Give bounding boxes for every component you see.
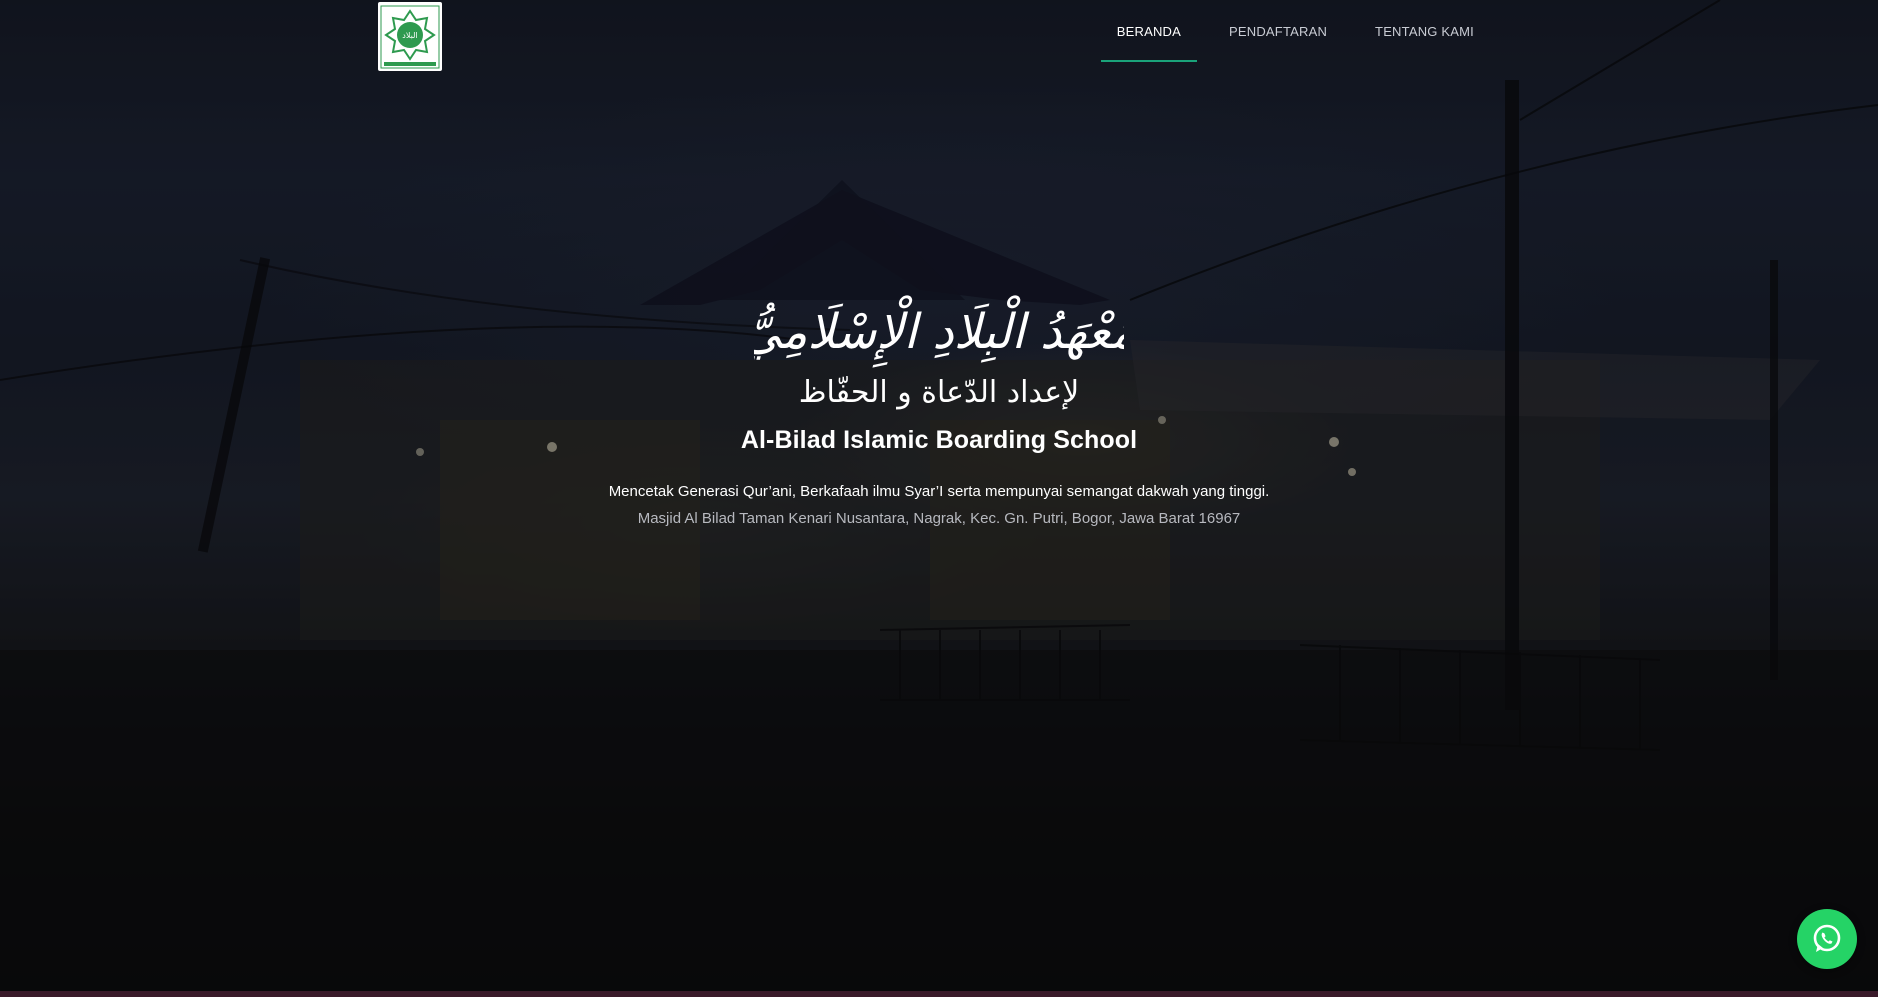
arabic-title: مَعْهَدُ الْبِلَادِ الْإِسْلَامِيُّ <box>754 294 1124 367</box>
logo-text: البلاد <box>402 31 417 40</box>
arabic-calligraphy-logo: مَعْهَدُ الْبِلَادِ الْإِسْلَامِيُّ لإعد… <box>754 294 1124 410</box>
nav-item-tentang-kami[interactable]: TENTANG KAMI <box>1359 0 1490 62</box>
nav-item-label: BERANDA <box>1116 23 1182 39</box>
whatsapp-button[interactable] <box>1797 909 1857 969</box>
nav-item-beranda[interactable]: BERANDA <box>1100 0 1198 62</box>
navbar: البلاد BERANDA PENDAFTARAN TENTANG KAMI <box>0 0 1878 72</box>
site-logo[interactable]: البلاد <box>378 2 442 71</box>
hero-title: Al-Bilad Islamic Boarding School <box>740 426 1138 454</box>
nav-item-label: PENDAFTARAN <box>1229 23 1328 39</box>
hero-tagline: Mencetak Generasi Qur’ani, Berkafaah ilm… <box>608 483 1270 500</box>
hero-content: مَعْهَدُ الْبِلَادِ الْإِسْلَامِيُّ لإعد… <box>0 290 1878 527</box>
nav-item-pendaftaran[interactable]: PENDAFTARAN <box>1213 0 1343 62</box>
bottom-section-edge <box>0 991 1878 997</box>
page: البلاد BERANDA PENDAFTARAN TENTANG KAMI … <box>0 0 1878 997</box>
nav-item-label: TENTANG KAMI <box>1375 23 1474 39</box>
hero-address: Masjid Al Bilad Taman Kenari Nusantara, … <box>637 510 1241 527</box>
whatsapp-icon <box>1813 924 1841 952</box>
main-nav: BERANDA PENDAFTARAN TENTANG KAMI <box>1085 0 1490 62</box>
al-bilad-emblem-logo: البلاد <box>380 5 440 68</box>
arabic-subtitle: لإعداد الدّعاة و الحفّاظ <box>799 375 1079 410</box>
